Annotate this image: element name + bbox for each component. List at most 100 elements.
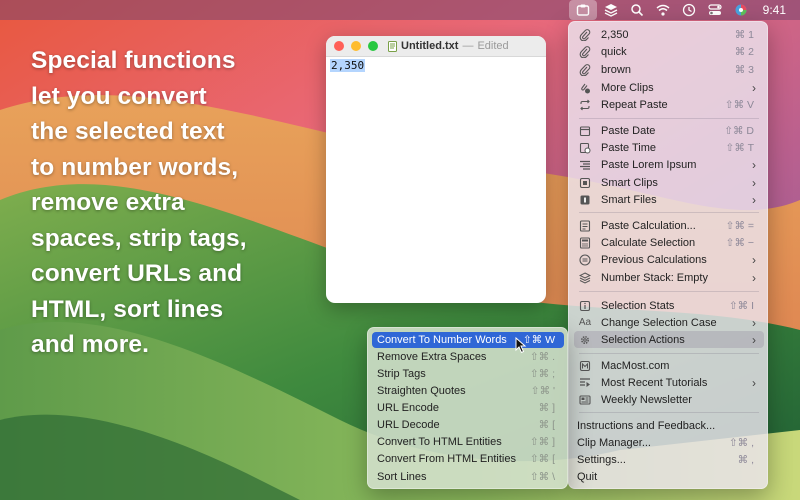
menu-item-label: Paste Calculation... bbox=[601, 219, 696, 232]
menu-item-shortcut: ⇧⌘ = bbox=[725, 219, 754, 232]
edited-status: Edited bbox=[477, 40, 509, 52]
menu-item-paste-lorem-ipsum[interactable]: Paste Lorem Ipsum › bbox=[574, 156, 764, 173]
newsletter-icon bbox=[579, 394, 591, 406]
submenu-item-shortcut: ⌘ ] bbox=[538, 402, 555, 414]
submenu-item-label: Convert To HTML Entities bbox=[377, 436, 502, 448]
submenu-item-straighten-quotes[interactable]: Straighten Quotes ⇧⌘ ' bbox=[372, 383, 564, 399]
control-center-icon[interactable] bbox=[703, 0, 727, 20]
submenu-item-convert-to-html-entities[interactable]: Convert To HTML Entities ⇧⌘ ] bbox=[372, 434, 564, 450]
menu-item-label: More Clips bbox=[601, 81, 654, 94]
menu-item-paste-calculation[interactable]: Paste Calculation... ⇧⌘ = bbox=[574, 217, 764, 234]
menu-item-paste-time[interactable]: Paste Time ⇧⌘ T bbox=[574, 139, 764, 156]
menu-item-label: brown bbox=[601, 63, 631, 76]
submenu-item-shortcut: ⇧⌘ . bbox=[529, 351, 555, 363]
submenu-item-convert-number-words[interactable]: Convert To Number Words ⇧⌘ W bbox=[372, 332, 564, 348]
menu-item-label: Change Selection Case bbox=[601, 316, 717, 329]
menu-item-repeat-paste[interactable]: Repeat Paste ⇧⌘ V bbox=[574, 96, 764, 113]
equals-circle-icon bbox=[579, 253, 591, 266]
menu-bar: 9:41 bbox=[0, 0, 800, 20]
color-wheel-icon[interactable] bbox=[729, 0, 753, 20]
chevron-right-icon: › bbox=[752, 252, 756, 267]
submenu-item-label: Convert From HTML Entities bbox=[377, 453, 516, 465]
selection-actions-submenu: Convert To Number Words ⇧⌘ W Remove Extr… bbox=[367, 327, 568, 489]
submenu-item-convert-from-html-entities[interactable]: Convert From HTML Entities ⇧⌘ [ bbox=[372, 451, 564, 467]
menu-item-label: Selection Stats bbox=[601, 299, 675, 312]
menu-item-smart-clips[interactable]: Smart Clips › bbox=[574, 174, 764, 191]
wifi-icon[interactable] bbox=[651, 0, 675, 20]
submenu-item-label: Sort Lines bbox=[377, 471, 427, 483]
menu-item-clip-1[interactable]: 2,350 ⌘ 1 bbox=[574, 26, 764, 43]
menu-item-calculate-selection[interactable]: Calculate Selection ⇧⌘ − bbox=[574, 234, 764, 251]
menu-item-shortcut: ⇧⌘ , bbox=[728, 436, 754, 449]
chevron-right-icon: › bbox=[752, 375, 756, 390]
submenu-item-url-decode[interactable]: URL Decode ⌘ [ bbox=[372, 417, 564, 433]
menu-item-settings[interactable]: Settings... ⌘ , bbox=[574, 451, 764, 468]
search-icon[interactable] bbox=[625, 0, 649, 20]
repeat-icon bbox=[579, 99, 591, 111]
menu-separator bbox=[579, 212, 759, 213]
menu-item-change-selection-case[interactable]: Aa Change Selection Case › bbox=[574, 314, 764, 331]
clipboard-app-icon[interactable] bbox=[568, 0, 597, 20]
case-icon: Aa bbox=[578, 317, 592, 328]
menu-item-label: Instructions and Feedback... bbox=[577, 419, 716, 432]
menu-item-more-clips[interactable]: More Clips › bbox=[574, 79, 764, 96]
clock-icon[interactable] bbox=[677, 0, 701, 20]
menu-item-selection-actions[interactable]: Selection Actions › bbox=[574, 331, 764, 348]
menu-item-weekly-newsletter[interactable]: Weekly Newsletter bbox=[574, 391, 764, 408]
menu-item-quit[interactable]: Quit bbox=[574, 468, 764, 485]
submenu-item-label: URL Encode bbox=[377, 402, 439, 414]
stack-icon bbox=[579, 271, 591, 284]
menu-item-macmost-site[interactable]: MacMost.com bbox=[574, 357, 764, 374]
text-lines-icon bbox=[579, 159, 591, 171]
menu-item-label: Settings... bbox=[577, 453, 626, 466]
submenu-item-remove-extra-spaces[interactable]: Remove Extra Spaces ⇧⌘ . bbox=[372, 349, 564, 365]
submenu-item-label: Remove Extra Spaces bbox=[377, 351, 487, 363]
menu-item-label: Paste Lorem Ipsum bbox=[601, 158, 697, 171]
submenu-item-sort-lines[interactable]: Sort Lines ⇧⌘ \ bbox=[372, 469, 564, 485]
clock-doc-icon bbox=[579, 142, 591, 154]
smart-clip-icon bbox=[579, 177, 591, 189]
zoom-window-button[interactable] bbox=[368, 41, 378, 51]
submenu-item-strip-tags[interactable]: Strip Tags ⇧⌘ ; bbox=[372, 366, 564, 382]
menu-item-label: Repeat Paste bbox=[601, 98, 668, 111]
layers-icon[interactable] bbox=[599, 0, 623, 20]
menu-item-recent-tutorials[interactable]: Most Recent Tutorials › bbox=[574, 374, 764, 391]
menu-item-label: Previous Calculations bbox=[601, 253, 707, 266]
text-editor-window[interactable]: Untitled.txt — Edited 2,350 bbox=[326, 36, 546, 303]
menu-item-label: Most Recent Tutorials bbox=[601, 376, 708, 389]
menu-item-selection-stats[interactable]: Selection Stats ⇧⌘ I bbox=[574, 297, 764, 314]
submenu-item-shortcut: ⇧⌘ ' bbox=[530, 385, 555, 397]
menu-item-clip-manager[interactable]: Clip Manager... ⇧⌘ , bbox=[574, 434, 764, 451]
menu-item-label: Number Stack: Empty bbox=[601, 271, 708, 284]
selected-text[interactable]: 2,350 bbox=[330, 59, 366, 72]
menu-item-clip-2[interactable]: quick ⌘ 2 bbox=[574, 43, 764, 60]
menu-separator bbox=[579, 412, 759, 413]
menu-item-label: Selection Actions bbox=[601, 333, 685, 346]
menu-item-shortcut: ⌘ 2 bbox=[734, 45, 754, 58]
menubar-clock[interactable]: 9:41 bbox=[763, 3, 786, 17]
clips-stack-icon bbox=[579, 82, 591, 94]
menu-item-label: Smart Clips bbox=[601, 176, 658, 189]
minimize-window-button[interactable] bbox=[351, 41, 361, 51]
menu-item-label: quick bbox=[601, 45, 627, 58]
menu-item-number-stack[interactable]: Number Stack: Empty › bbox=[574, 269, 764, 286]
paperclip-icon bbox=[579, 63, 591, 76]
close-window-button[interactable] bbox=[334, 41, 344, 51]
chevron-right-icon: › bbox=[752, 332, 756, 347]
chevron-right-icon: › bbox=[752, 80, 756, 95]
menu-item-shortcut: ⇧⌘ − bbox=[725, 236, 754, 249]
menu-item-paste-date[interactable]: Paste Date ⇧⌘ D bbox=[574, 122, 764, 139]
chevron-right-icon: › bbox=[752, 270, 756, 285]
menu-item-clip-3[interactable]: brown ⌘ 3 bbox=[574, 61, 764, 78]
menu-item-smart-files[interactable]: Smart Files › bbox=[574, 191, 764, 208]
chevron-right-icon: › bbox=[752, 157, 756, 172]
submenu-item-url-encode[interactable]: URL Encode ⌘ ] bbox=[372, 400, 564, 416]
menu-item-shortcut: ⇧⌘ V bbox=[724, 98, 754, 111]
document-text-area[interactable]: 2,350 bbox=[326, 57, 546, 74]
play-list-icon bbox=[579, 377, 591, 389]
menu-item-label: Paste Date bbox=[601, 124, 656, 137]
menu-item-previous-calculations[interactable]: Previous Calculations › bbox=[574, 251, 764, 268]
window-titlebar[interactable]: Untitled.txt — Edited bbox=[326, 36, 546, 57]
menu-item-instructions[interactable]: Instructions and Feedback... bbox=[574, 417, 764, 434]
title-separator: — bbox=[462, 40, 474, 52]
